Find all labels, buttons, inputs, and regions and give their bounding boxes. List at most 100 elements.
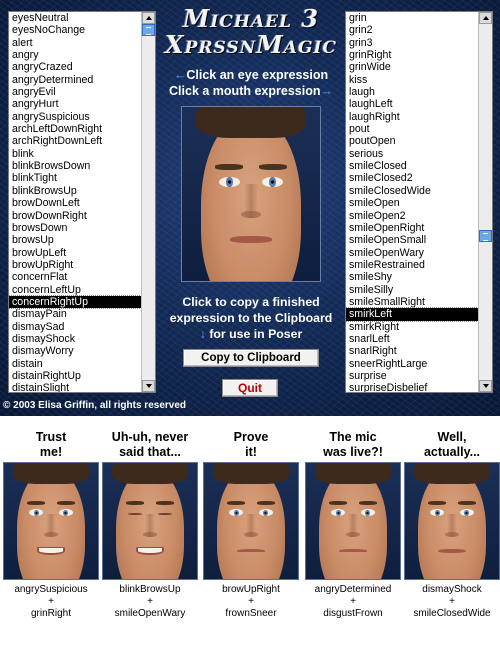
list-item[interactable]: angrySuspicious xyxy=(9,111,141,123)
list-item[interactable]: distain xyxy=(9,358,141,370)
list-item[interactable]: browUpLeft xyxy=(9,247,141,259)
list-item[interactable]: blinkTight xyxy=(9,172,141,184)
list-item[interactable]: dismayPain xyxy=(9,308,141,320)
mouth xyxy=(135,546,165,555)
list-item[interactable]: eyesNoChange xyxy=(9,24,141,36)
scroll-up-arrow-icon[interactable] xyxy=(479,12,492,24)
list-item[interactable]: grinRight xyxy=(346,49,478,61)
nose xyxy=(44,514,59,538)
list-item[interactable]: angry xyxy=(9,49,141,61)
list-item[interactable]: smileOpen2 xyxy=(346,210,478,222)
left-brow xyxy=(427,501,447,505)
scroll-thumb[interactable] xyxy=(479,230,492,242)
list-item[interactable]: browDownLeft xyxy=(9,197,141,209)
list-item[interactable]: grin2 xyxy=(346,24,478,36)
list-item[interactable]: browsDown xyxy=(9,222,141,234)
caption-line-2: was live?! xyxy=(323,445,383,459)
list-item[interactable]: concernLeftUp xyxy=(9,284,141,296)
list-item[interactable]: angryCrazed xyxy=(9,61,141,73)
list-item[interactable]: surpriseDisbelief xyxy=(346,382,478,392)
list-item[interactable]: smileOpen xyxy=(346,197,478,209)
list-item[interactable]: archRightDownLeft xyxy=(9,135,141,147)
nose xyxy=(346,514,361,538)
list-item[interactable]: laughRight xyxy=(346,111,478,123)
list-item[interactable]: concernRightUp xyxy=(9,294,141,310)
caption-line-2: actually... xyxy=(423,445,481,459)
list-item[interactable]: kiss xyxy=(346,74,478,86)
left-brow xyxy=(125,501,145,505)
face-hair xyxy=(13,463,89,484)
plus-sign: + xyxy=(248,596,254,607)
list-item[interactable]: dismayWorry xyxy=(9,345,141,357)
list-item[interactable]: smileRestrained xyxy=(346,259,478,271)
list-item[interactable]: angryDetermined xyxy=(9,74,141,86)
list-item[interactable]: smileClosed xyxy=(346,160,478,172)
list-item[interactable]: smileShy xyxy=(346,271,478,283)
mouth-hint: Click a mouth expression→ xyxy=(165,84,337,98)
mouth-expression-name: disgustFrown xyxy=(323,608,383,619)
list-item[interactable]: poutOpen xyxy=(346,135,478,147)
example-face xyxy=(3,462,99,580)
list-item[interactable]: surprise xyxy=(346,370,478,382)
list-item[interactable]: angryEvil xyxy=(9,86,141,98)
eye-expression-items[interactable]: eyesNeutral eyesNoChange alert angry angryCr… xyxy=(9,12,141,392)
list-item[interactable]: eyesNeutral xyxy=(9,12,141,24)
eye-list-scrollbar[interactable] xyxy=(141,12,155,392)
list-item[interactable]: smirkLeft xyxy=(346,307,478,322)
list-item[interactable]: distainRightUp xyxy=(9,370,141,382)
list-item[interactable]: alert xyxy=(9,37,141,49)
scroll-thumb[interactable] xyxy=(142,24,155,36)
list-item[interactable]: smileClosed2 xyxy=(346,172,478,184)
scroll-up-arrow-icon[interactable] xyxy=(142,12,155,24)
list-item[interactable]: archLeftDownRight xyxy=(9,123,141,135)
mouth-list-scrollbar[interactable] xyxy=(478,12,492,392)
copyright-text: © 2003 Elisa Griffin, all rights reserve… xyxy=(3,400,187,411)
list-item[interactable]: grin3 xyxy=(346,37,478,49)
example-combo: browUpRight + frownSneer xyxy=(202,584,300,620)
list-item[interactable]: concernFlat xyxy=(9,271,141,283)
list-item[interactable]: serious xyxy=(346,148,478,160)
list-item[interactable]: smileClosedWide xyxy=(346,185,478,197)
list-item[interactable]: snarlLeft xyxy=(346,333,478,345)
copy-to-clipboard-button[interactable]: Copy to Clipboard xyxy=(183,349,319,367)
list-item[interactable]: smileOpenRight xyxy=(346,222,478,234)
eye-expression-list[interactable]: eyesNeutral eyesNoChange alert angry angryCr… xyxy=(8,11,156,393)
list-item[interactable]: grinWide xyxy=(346,61,478,73)
list-item[interactable]: blink xyxy=(9,148,141,160)
scroll-down-arrow-icon[interactable] xyxy=(142,380,155,392)
mouth-expression-list[interactable]: grin grin2 grin3 grinRight grinWide kiss laugh… xyxy=(345,11,493,393)
list-item[interactable]: browDownRight xyxy=(9,210,141,222)
quit-button[interactable]: Quit xyxy=(222,379,278,397)
right-brow xyxy=(259,164,287,170)
eye-expression-name: dismayShock xyxy=(422,584,482,595)
list-item[interactable]: grin xyxy=(346,12,478,24)
face-hair xyxy=(414,463,490,484)
list-item[interactable]: browUpRight xyxy=(9,259,141,271)
example-caption: The mic was live?! xyxy=(304,420,402,460)
list-item[interactable]: laughLeft xyxy=(346,98,478,110)
list-item[interactable]: dismaySad xyxy=(9,321,141,333)
list-item[interactable]: pout xyxy=(346,123,478,135)
list-item[interactable]: smileOpenWary xyxy=(346,247,478,259)
list-item[interactable]: smileSmallRight xyxy=(346,296,478,308)
list-item[interactable]: browsUp xyxy=(9,234,141,246)
list-item[interactable]: blinkBrowsDown xyxy=(9,160,141,172)
eye-expression-name: browUpRight xyxy=(222,584,280,595)
face-hair xyxy=(315,463,391,484)
face-hair xyxy=(213,463,289,484)
list-item[interactable]: distainSlight xyxy=(9,382,141,392)
list-item[interactable]: angryHurt xyxy=(9,98,141,110)
list-item[interactable]: snarlRight xyxy=(346,345,478,357)
right-brow xyxy=(457,501,477,505)
list-item[interactable]: smirkRight xyxy=(346,321,478,333)
list-item[interactable]: sneerRightLarge xyxy=(346,358,478,370)
right-brow xyxy=(155,501,175,505)
list-item[interactable]: smileSilly xyxy=(346,284,478,296)
list-item[interactable]: blinkBrowsUp xyxy=(9,185,141,197)
mouth-expression-items[interactable]: grin grin2 grin3 grinRight grinWide kiss laugh… xyxy=(346,12,478,392)
example-face xyxy=(305,462,401,580)
scroll-down-arrow-icon[interactable] xyxy=(479,380,492,392)
list-item[interactable]: smileOpenSmall xyxy=(346,234,478,246)
list-item[interactable]: dismayShock xyxy=(9,333,141,345)
list-item[interactable]: laugh xyxy=(346,86,478,98)
